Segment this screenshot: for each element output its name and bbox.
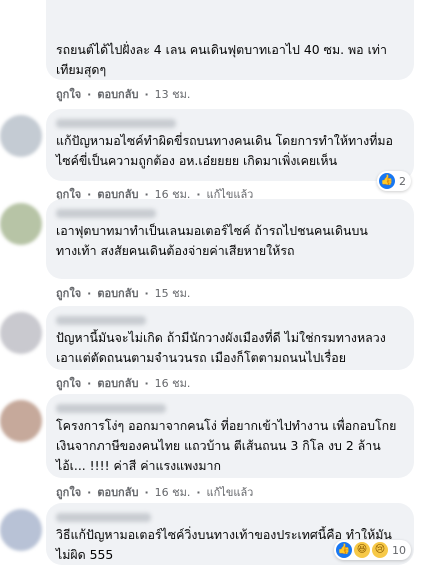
comment-actions: ถูกใจ · ตอบกลับ · 16 ชม. · แก้ไขแล้ว: [56, 483, 253, 501]
comment-text: แก้ปัญหามอไซค์ทำผิดขี่รถบนทางคนเดิน โดยก…: [56, 133, 393, 168]
timestamp[interactable]: 16 ชม.: [155, 483, 191, 501]
commenter-name-blurred[interactable]: [56, 316, 146, 325]
timestamp[interactable]: 15 ชม.: [155, 284, 191, 302]
reaction-summary[interactable]: 👍 😆 😢 10: [334, 540, 411, 560]
comment-text: โครงการโง่ๆ ออกมาจากคนโง่ ที่อยากเข้าไปท…: [56, 418, 397, 473]
avatar[interactable]: [0, 509, 42, 551]
reaction-summary[interactable]: 👍 2: [377, 171, 411, 191]
like-icon: 👍: [336, 542, 352, 558]
comment-bubble: เอาฟุตบาทมาทำเป็นเลนมอเตอร์ไซค์ ถ้ารถไปช…: [46, 199, 414, 279]
comment-actions: ถูกใจ · ตอบกลับ · 15 ชม.: [56, 284, 190, 302]
comment-text: ปัญหานี้มันจะไม่เกิด ถ้ามีนักวางผังเมือง…: [56, 330, 386, 365]
like-link[interactable]: ถูกใจ: [56, 284, 81, 302]
reply-link[interactable]: ตอบกลับ: [97, 374, 138, 392]
avatar[interactable]: [0, 203, 42, 245]
like-link[interactable]: ถูกใจ: [56, 85, 81, 103]
timestamp[interactable]: 16 ชม.: [155, 374, 191, 392]
avatar[interactable]: [0, 115, 42, 157]
commenter-name-blurred[interactable]: [56, 209, 156, 218]
commenter-name-blurred[interactable]: [56, 513, 151, 522]
like-link[interactable]: ถูกใจ: [56, 483, 81, 501]
comment-bubble: รถยนต์ได้ไปฝั่งละ 4 เลน คนเดินฟุตบาทเอาไ…: [46, 0, 414, 80]
like-link[interactable]: ถูกใจ: [56, 374, 81, 392]
comment-text: เอาฟุตบาทมาทำเป็นเลนมอเตอร์ไซค์ ถ้ารถไปช…: [56, 223, 368, 258]
comment-bubble: โครงการโง่ๆ ออกมาจากคนโง่ ที่อยากเข้าไปท…: [46, 394, 414, 478]
comment-text: รถยนต์ได้ไปฝั่งละ 4 เลน คนเดินฟุตบาทเอาไ…: [56, 42, 387, 77]
edited-label[interactable]: แก้ไขแล้ว: [207, 483, 254, 501]
reply-link[interactable]: ตอบกลับ: [97, 284, 138, 302]
commenter-name-blurred[interactable]: [56, 119, 176, 128]
sad-icon: 😢: [372, 542, 388, 558]
comment-actions: ถูกใจ · ตอบกลับ · 16 ชม.: [56, 374, 190, 392]
timestamp[interactable]: 13 ชม.: [155, 85, 191, 103]
avatar[interactable]: [0, 400, 42, 442]
like-icon: 👍: [379, 173, 395, 189]
avatar[interactable]: [0, 312, 42, 354]
reaction-count: 2: [399, 174, 406, 188]
reaction-count: 10: [392, 543, 406, 557]
comment-actions: ถูกใจ · ตอบกลับ · 13 ชม.: [56, 85, 190, 103]
reply-link[interactable]: ตอบกลับ: [97, 483, 138, 501]
commenter-name-blurred[interactable]: [56, 404, 166, 413]
comment-bubble: แก้ปัญหามอไซค์ทำผิดขี่รถบนทางคนเดิน โดยก…: [46, 109, 414, 181]
haha-icon: 😆: [354, 542, 370, 558]
reply-link[interactable]: ตอบกลับ: [97, 85, 138, 103]
comment-bubble: ปัญหานี้มันจะไม่เกิด ถ้ามีนักวางผังเมือง…: [46, 306, 414, 370]
